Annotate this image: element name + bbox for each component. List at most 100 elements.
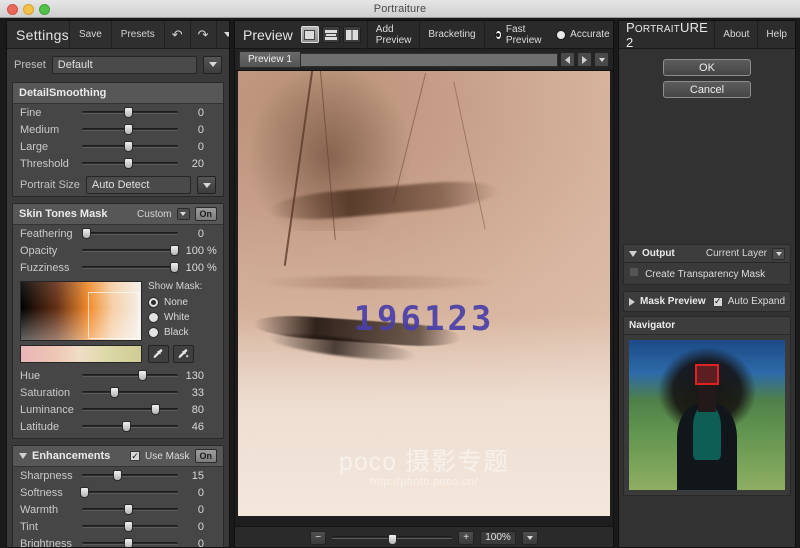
slider-latitude[interactable]: Latitude 46: [13, 418, 223, 435]
use-mask-checkbox[interactable]: ✓: [130, 451, 141, 461]
chevron-down-icon[interactable]: [215, 21, 229, 49]
slider-large[interactable]: Large 0: [13, 138, 223, 155]
slider-track[interactable]: [82, 467, 178, 484]
minimize-button[interactable]: [23, 4, 34, 15]
fast-preview-radio[interactable]: Fast Preview: [489, 24, 551, 46]
slider-track[interactable]: [82, 155, 178, 172]
slider-track[interactable]: [82, 418, 178, 435]
window-controls[interactable]: [7, 4, 50, 15]
chevron-down-icon[interactable]: [629, 250, 637, 257]
preview-image-area[interactable]: 196123 poco 摄影专题 http://photo.poco.cn/: [235, 71, 613, 526]
slider-fine[interactable]: Fine 0: [13, 104, 223, 121]
output-target-value[interactable]: Current Layer: [706, 248, 767, 259]
zoom-slider[interactable]: [332, 531, 453, 545]
slider-track[interactable]: [82, 104, 178, 121]
help-button[interactable]: Help: [757, 21, 795, 49]
slider-sharpness[interactable]: Sharpness 15: [13, 467, 223, 484]
zoom-out-button[interactable]: −: [310, 530, 327, 545]
add-preview-button[interactable]: Add Preview: [366, 21, 420, 49]
navigator-view-rect[interactable]: [694, 364, 720, 385]
eyedropper-icon[interactable]: [148, 345, 169, 363]
skin-tones-mask-header[interactable]: Skin Tones Mask Custom On: [13, 204, 223, 225]
slider-track[interactable]: [82, 121, 178, 138]
bracketing-button[interactable]: Bracketing: [419, 21, 483, 49]
slider-fuzziness[interactable]: Fuzziness 100 %: [13, 259, 223, 276]
enhancements-on-toggle[interactable]: On: [194, 449, 217, 463]
presets-button[interactable]: Presets: [110, 21, 164, 49]
radio-icon[interactable]: [556, 29, 567, 40]
cancel-button[interactable]: Cancel: [663, 81, 751, 98]
mask-option-black[interactable]: Black: [148, 325, 216, 340]
zoom-dropdown-icon[interactable]: [521, 530, 538, 545]
close-button[interactable]: [7, 4, 18, 15]
skin-tone-strip[interactable]: [20, 345, 142, 363]
chevron-down-icon[interactable]: [19, 453, 27, 459]
slider-brightness[interactable]: Brightness 0: [13, 535, 223, 547]
redo-icon[interactable]: ↷: [189, 21, 216, 49]
slider-track[interactable]: [82, 367, 178, 384]
split-horizontal-icon[interactable]: [321, 26, 340, 43]
radio-icon[interactable]: [148, 312, 159, 323]
skin-mode-dropdown-icon[interactable]: [176, 208, 190, 220]
slider-luminance[interactable]: Luminance 80: [13, 401, 223, 418]
about-button[interactable]: About: [714, 21, 757, 49]
accurate-radio[interactable]: Accurate: [550, 29, 613, 40]
enhancements-header[interactable]: Enhancements ✓ Use Mask On: [13, 446, 223, 467]
slider-track[interactable]: [79, 484, 178, 501]
portrait-size-dropdown-icon[interactable]: [197, 176, 216, 194]
arrow-right-icon[interactable]: [577, 52, 592, 67]
eyedropper-add-icon[interactable]: [173, 345, 194, 363]
mask-option-white[interactable]: White: [148, 310, 216, 325]
auto-expand-checkbox[interactable]: ✓: [712, 296, 723, 307]
undo-icon[interactable]: ↶: [163, 21, 190, 49]
detail-smoothing-header[interactable]: DetailSmoothing: [13, 83, 223, 104]
navigator-thumbnail[interactable]: [629, 340, 785, 490]
preset-select[interactable]: Default: [51, 55, 197, 74]
preset-dropdown-icon[interactable]: [203, 55, 222, 74]
slider-track[interactable]: [82, 259, 180, 276]
save-button[interactable]: Save: [69, 21, 111, 49]
slider-track[interactable]: [82, 501, 178, 518]
radio-icon[interactable]: [148, 327, 159, 338]
chevron-right-icon[interactable]: [629, 297, 635, 306]
preview-photo[interactable]: 196123 poco 摄影专题 http://photo.poco.cn/: [238, 71, 610, 516]
output-header[interactable]: Output Current Layer: [623, 244, 791, 263]
slider-medium[interactable]: Medium 0: [13, 121, 223, 138]
slider-track[interactable]: [82, 518, 178, 535]
transparency-mask-checkbox[interactable]: [629, 267, 639, 277]
slider-feathering[interactable]: Feathering 0: [13, 225, 223, 242]
slider-track[interactable]: [82, 138, 178, 155]
skin-on-toggle[interactable]: On: [194, 207, 217, 221]
split-vertical-icon[interactable]: [342, 26, 361, 43]
zoom-level-value[interactable]: 100%: [480, 530, 516, 545]
slider-warmth[interactable]: Warmth 0: [13, 501, 223, 518]
color-gradient-field[interactable]: [20, 281, 142, 341]
radio-selected-icon[interactable]: [148, 297, 159, 308]
slider-hue[interactable]: Hue 130: [13, 367, 223, 384]
preview-tab-1[interactable]: Preview 1: [239, 51, 301, 68]
slider-tint[interactable]: Tint 0: [13, 518, 223, 535]
output-dropdown-icon[interactable]: [772, 247, 785, 260]
mask-preview-header[interactable]: Mask Preview ✓ Auto Expand: [623, 291, 791, 312]
zoom-in-button[interactable]: +: [458, 530, 475, 545]
slider-track[interactable]: [82, 242, 180, 259]
skin-mode-value[interactable]: Custom: [137, 209, 171, 220]
slider-track[interactable]: [82, 401, 178, 418]
slider-softness[interactable]: Softness 0: [13, 484, 223, 501]
slider-threshold[interactable]: Threshold 20: [13, 155, 223, 172]
mask-option-none[interactable]: None: [148, 295, 216, 310]
radio-selected-icon[interactable]: [494, 29, 502, 40]
slider-value: 80: [191, 403, 204, 416]
single-view-icon[interactable]: [300, 26, 319, 43]
slider-track[interactable]: [82, 384, 178, 401]
slider-track[interactable]: [82, 535, 178, 547]
color-selection-rect[interactable]: [88, 292, 139, 339]
arrow-left-icon[interactable]: [560, 52, 575, 67]
slider-opacity[interactable]: Opacity 100 %: [13, 242, 223, 259]
maximize-button[interactable]: [39, 4, 50, 15]
slider-saturation[interactable]: Saturation 33: [13, 384, 223, 401]
portrait-size-select[interactable]: Auto Detect: [85, 176, 191, 194]
slider-track[interactable]: [81, 225, 178, 242]
chevron-down-icon[interactable]: [594, 52, 609, 67]
ok-button[interactable]: OK: [663, 59, 751, 76]
